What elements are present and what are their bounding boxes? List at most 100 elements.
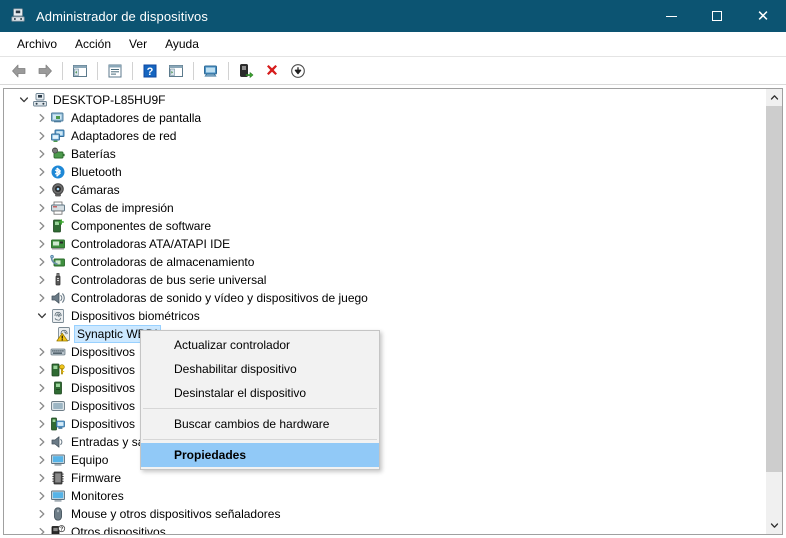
chevron-right-icon[interactable] xyxy=(34,199,50,217)
chevron-right-icon[interactable] xyxy=(34,397,50,415)
scroll-up-button[interactable] xyxy=(766,89,782,106)
chevron-down-icon[interactable] xyxy=(34,307,50,325)
tree-node-cameras[interactable]: Cámaras xyxy=(4,181,765,199)
tree-node-system-devices[interactable]: Dispositivos xyxy=(4,379,765,397)
ctx-disable-device[interactable]: Deshabilitar dispositivo xyxy=(141,357,379,381)
chevron-right-icon[interactable] xyxy=(34,181,50,199)
chevron-right-icon[interactable] xyxy=(34,109,50,127)
menu-ver[interactable]: Ver xyxy=(120,34,156,54)
menu-ayuda[interactable]: Ayuda xyxy=(156,34,208,54)
tree-node-ata-controllers[interactable]: Controladoras ATA/ATAPI IDE xyxy=(4,235,765,253)
chevron-right-icon[interactable] xyxy=(34,379,50,397)
chevron-right-icon[interactable] xyxy=(34,469,50,487)
chevron-down-icon[interactable] xyxy=(16,91,32,109)
chevron-right-icon[interactable] xyxy=(34,271,50,289)
help-button[interactable]: ? xyxy=(137,59,163,82)
vertical-scrollbar[interactable] xyxy=(765,89,782,534)
sw-device-icon xyxy=(50,416,66,432)
minimize-button[interactable] xyxy=(648,0,694,32)
chevron-right-icon[interactable] xyxy=(34,433,50,451)
back-button[interactable] xyxy=(6,59,32,82)
back-arrow-icon xyxy=(12,64,26,77)
close-button[interactable]: ✕ xyxy=(740,0,786,32)
tree-node-mouse-devices[interactable]: Mouse y otros dispositivos señaladores xyxy=(4,505,765,523)
tree-node-network-adapters[interactable]: Adaptadores de red xyxy=(4,127,765,145)
chevron-right-icon[interactable] xyxy=(34,163,50,181)
firmware-icon xyxy=(50,470,66,486)
properties-button[interactable] xyxy=(102,59,128,82)
chevron-right-icon[interactable] xyxy=(34,145,50,163)
display-adapter-icon xyxy=(50,110,66,126)
tree-node-monitors[interactable]: Monitores xyxy=(4,487,765,505)
ctx-properties[interactable]: Propiedades xyxy=(141,443,379,467)
tree-node-software-components[interactable]: Componentes de software xyxy=(4,217,765,235)
tree-node-hid-devices[interactable]: Dispositivos xyxy=(4,343,765,361)
scan-display-icon xyxy=(204,65,217,76)
chevron-right-icon[interactable] xyxy=(34,415,50,433)
chevron-right-icon[interactable] xyxy=(34,127,50,145)
tree-node-security-devices[interactable]: Dispositivos xyxy=(4,361,765,379)
portable-device-icon xyxy=(50,398,66,414)
window-title: Administrador de dispositivos xyxy=(36,8,208,24)
uninstall-device-button[interactable] xyxy=(259,59,285,82)
maximize-button[interactable] xyxy=(694,0,740,32)
toolbar: ? xyxy=(0,56,786,85)
forward-button[interactable] xyxy=(32,59,58,82)
view-button[interactable] xyxy=(163,59,189,82)
tree-node-display-adapters[interactable]: Adaptadores de pantalla xyxy=(4,109,765,127)
show-hide-tree-icon xyxy=(73,64,87,77)
chevron-right-icon[interactable] xyxy=(34,289,50,307)
ctx-update-driver[interactable]: Actualizar controlador xyxy=(141,333,379,357)
update-driver-button[interactable] xyxy=(233,59,259,82)
tree-node-label: Cámaras xyxy=(71,183,120,197)
software-component-icon xyxy=(50,218,66,234)
tree-node-bluetooth[interactable]: Bluetooth xyxy=(4,163,765,181)
chevron-right-icon[interactable] xyxy=(34,487,50,505)
minimize-icon xyxy=(665,15,677,17)
chevron-right-icon[interactable] xyxy=(34,217,50,235)
tree-node-biometric-devices[interactable]: Dispositivos biométricos xyxy=(4,307,765,325)
tree-node-usb-controllers[interactable]: Controladoras de bus serie universal xyxy=(4,271,765,289)
uninstall-device-icon xyxy=(267,64,277,75)
tree-node-label: Dispositivos xyxy=(71,417,136,431)
tree-node-firmware[interactable]: Firmware xyxy=(4,469,765,487)
ata-controller-icon xyxy=(50,236,66,252)
window-controls: ✕ xyxy=(648,0,786,32)
tree-node-synaptic-wbdi[interactable]: Synaptic WBDI xyxy=(4,325,765,343)
tree-node-label: Firmware xyxy=(71,471,121,485)
device-tree[interactable]: DESKTOP-L85HU9F Adaptadores de pantalla … xyxy=(4,89,765,534)
chevron-right-icon[interactable] xyxy=(34,253,50,271)
tree-node-computer[interactable]: Equipo xyxy=(4,451,765,469)
scan-display-button[interactable] xyxy=(198,59,224,82)
tree-node-print-queues[interactable]: Colas de impresión xyxy=(4,199,765,217)
scroll-down-button[interactable] xyxy=(766,517,782,534)
chevron-right-icon[interactable] xyxy=(34,523,50,534)
close-icon: ✕ xyxy=(756,6,770,25)
chevron-right-icon[interactable] xyxy=(34,235,50,253)
show-hide-tree-button[interactable] xyxy=(67,59,93,82)
tree-node-sw-devices[interactable]: Dispositivos xyxy=(4,415,765,433)
chevron-right-icon[interactable] xyxy=(34,361,50,379)
tree-node-batteries[interactable]: Baterías xyxy=(4,145,765,163)
chevron-right-icon[interactable] xyxy=(34,505,50,523)
device-manager-icon xyxy=(10,7,28,25)
tree-node-storage-controllers[interactable]: Controladoras de almacenamiento xyxy=(4,253,765,271)
tree-node-root-label: DESKTOP-L85HU9F xyxy=(53,93,166,107)
menu-accion[interactable]: Acción xyxy=(66,34,120,54)
menu-archivo[interactable]: Archivo xyxy=(8,34,66,54)
chevron-right-icon[interactable] xyxy=(34,451,50,469)
tree-node-sound-controllers[interactable]: Controladoras de sonido y vídeo y dispos… xyxy=(4,289,765,307)
scan-hardware-changes-button[interactable] xyxy=(285,59,311,82)
scrollbar-thumb[interactable] xyxy=(766,106,782,472)
toolbar-separator xyxy=(97,61,98,80)
tree-node-audio-io[interactable]: Entradas y sa xyxy=(4,433,765,451)
tree-node-portable-devices[interactable]: Dispositivos xyxy=(4,397,765,415)
chevron-right-icon[interactable] xyxy=(34,343,50,361)
tree-node-other-devices[interactable]: ? Otros dispositivos xyxy=(4,523,765,534)
update-driver-icon xyxy=(240,63,254,78)
ctx-uninstall-device[interactable]: Desinstalar el dispositivo xyxy=(141,381,379,405)
tree-node-root[interactable]: DESKTOP-L85HU9F xyxy=(4,91,765,109)
properties-icon xyxy=(108,64,122,77)
toolbar-separator xyxy=(193,61,194,80)
ctx-scan-hardware[interactable]: Buscar cambios de hardware xyxy=(141,412,379,436)
